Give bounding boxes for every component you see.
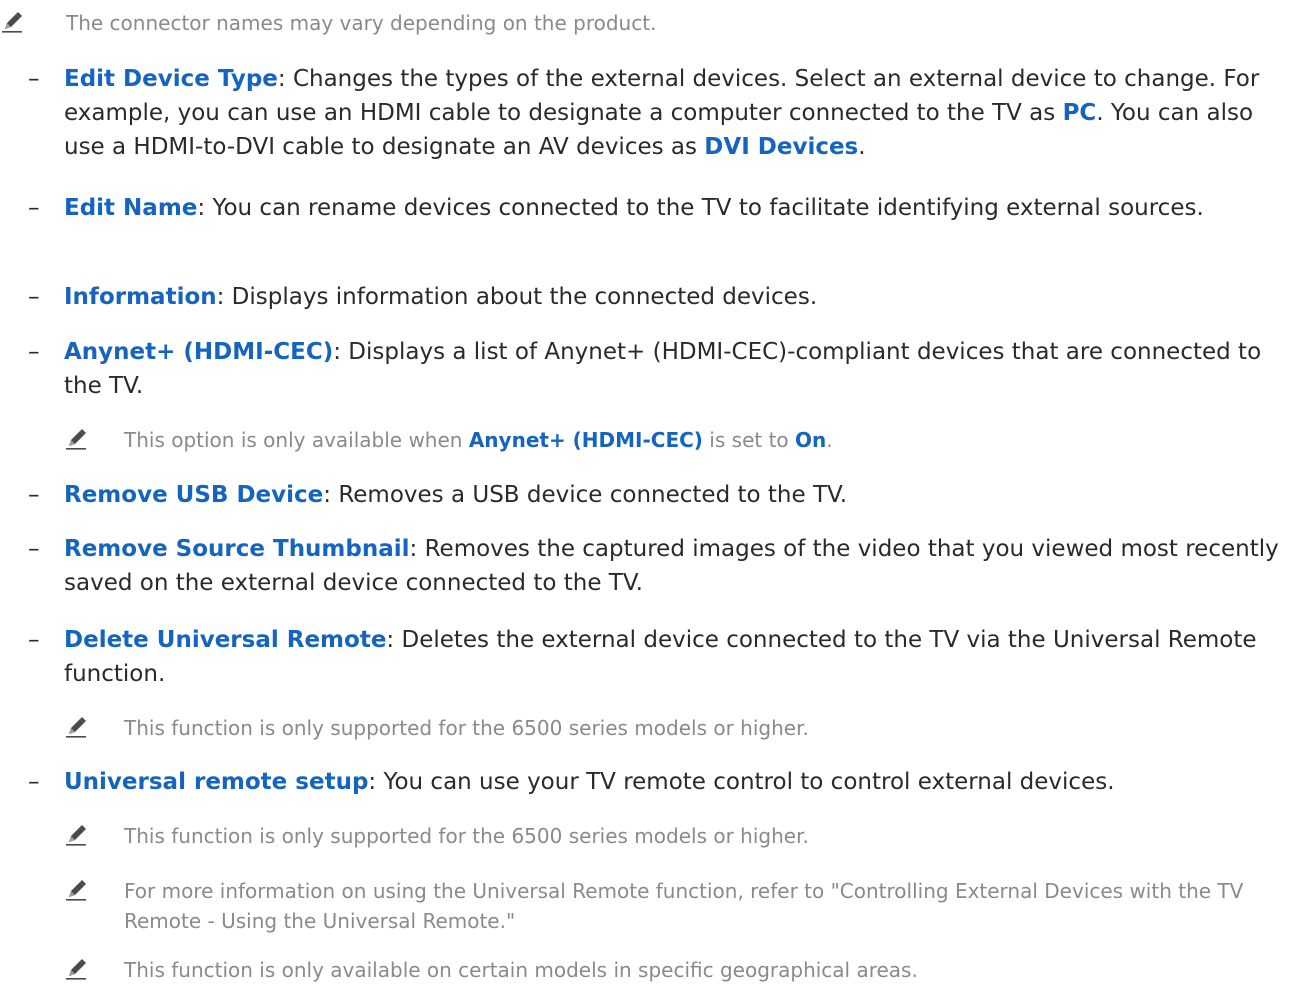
- note-remote-setup-2: For more information on using the Univer…: [64, 876, 1244, 936]
- pencil-note-icon: [66, 959, 86, 980]
- list-item-anynet: – Anynet+ (HDMI-CEC): Displays a list of…: [28, 335, 1298, 403]
- bullet-dash: –: [28, 536, 40, 562]
- list-item-edit-device-type: – Edit Device Type: Changes the types of…: [28, 62, 1298, 164]
- item-text: : You can rename devices connected to th…: [197, 195, 1204, 221]
- bullet-dash: –: [28, 627, 40, 653]
- pencil-note-icon: [2, 12, 22, 33]
- term-remove-usb: Remove USB Device: [64, 482, 324, 508]
- top-note: The connector names may vary depending o…: [0, 8, 1240, 38]
- note-term-on: On: [795, 428, 827, 452]
- note-term-anynet: Anynet+ (HDMI-CEC): [468, 428, 703, 452]
- list-item-remove-usb: – Remove USB Device: Removes a USB devic…: [28, 478, 1298, 512]
- pencil-note-icon: [66, 825, 86, 846]
- list-item-remove-source-thumbnail: – Remove Source Thumbnail: Removes the c…: [28, 532, 1298, 600]
- note-remote-setup-1: This function is only supported for the …: [64, 821, 1244, 851]
- note-text: This function is only supported for the …: [124, 824, 809, 848]
- note-remote-setup-3: This function is only available on certa…: [64, 955, 1244, 985]
- list-item-delete-universal-remote: – Delete Universal Remote: Deletes the e…: [28, 623, 1298, 691]
- note-anynet: This option is only available when Anyne…: [64, 425, 1244, 455]
- bullet-dash: –: [28, 339, 40, 365]
- term-edit-name: Edit Name: [64, 195, 198, 221]
- item-text: .: [858, 134, 866, 160]
- term-pc: PC: [1062, 100, 1097, 126]
- term-remove-source-thumbnail: Remove Source Thumbnail: [64, 536, 410, 562]
- term-dvi-devices: DVI Devices: [704, 134, 859, 160]
- list-item-edit-name: – Edit Name: You can rename devices conn…: [28, 191, 1298, 225]
- bullet-dash: –: [28, 482, 40, 508]
- note-text: This function is only available on certa…: [124, 958, 918, 982]
- bullet-dash: –: [28, 195, 40, 221]
- note-text: is set to: [702, 428, 796, 452]
- pencil-note-icon: [66, 429, 86, 450]
- term-information: Information: [64, 284, 217, 310]
- list-item-universal-remote-setup: – Universal remote setup: You can use yo…: [28, 765, 1298, 799]
- list-item-information: – Information: Displays information abou…: [28, 280, 1298, 314]
- bullet-dash: –: [28, 284, 40, 310]
- note-delete-remote: This function is only supported for the …: [64, 713, 1244, 743]
- item-text: : You can use your TV remote control to …: [368, 769, 1115, 795]
- item-text: : Removes a USB device connected to the …: [323, 482, 848, 508]
- term-anynet: Anynet+ (HDMI-CEC): [64, 339, 334, 365]
- pencil-note-icon: [66, 880, 86, 901]
- note-text: .: [826, 428, 833, 452]
- note-text: This function is only supported for the …: [124, 716, 809, 740]
- bullet-dash: –: [28, 66, 40, 92]
- pencil-note-icon: [66, 717, 86, 738]
- item-text: : Displays information about the connect…: [216, 284, 818, 310]
- term-delete-universal-remote: Delete Universal Remote: [64, 627, 387, 653]
- term-edit-device-type: Edit Device Type: [64, 66, 278, 92]
- term-universal-remote-setup: Universal remote setup: [64, 769, 369, 795]
- bullet-dash: –: [28, 769, 40, 795]
- note-text: The connector names may vary depending o…: [66, 11, 657, 35]
- note-text: This option is only available when: [124, 428, 469, 452]
- note-text: For more information on using the Univer…: [124, 879, 1244, 933]
